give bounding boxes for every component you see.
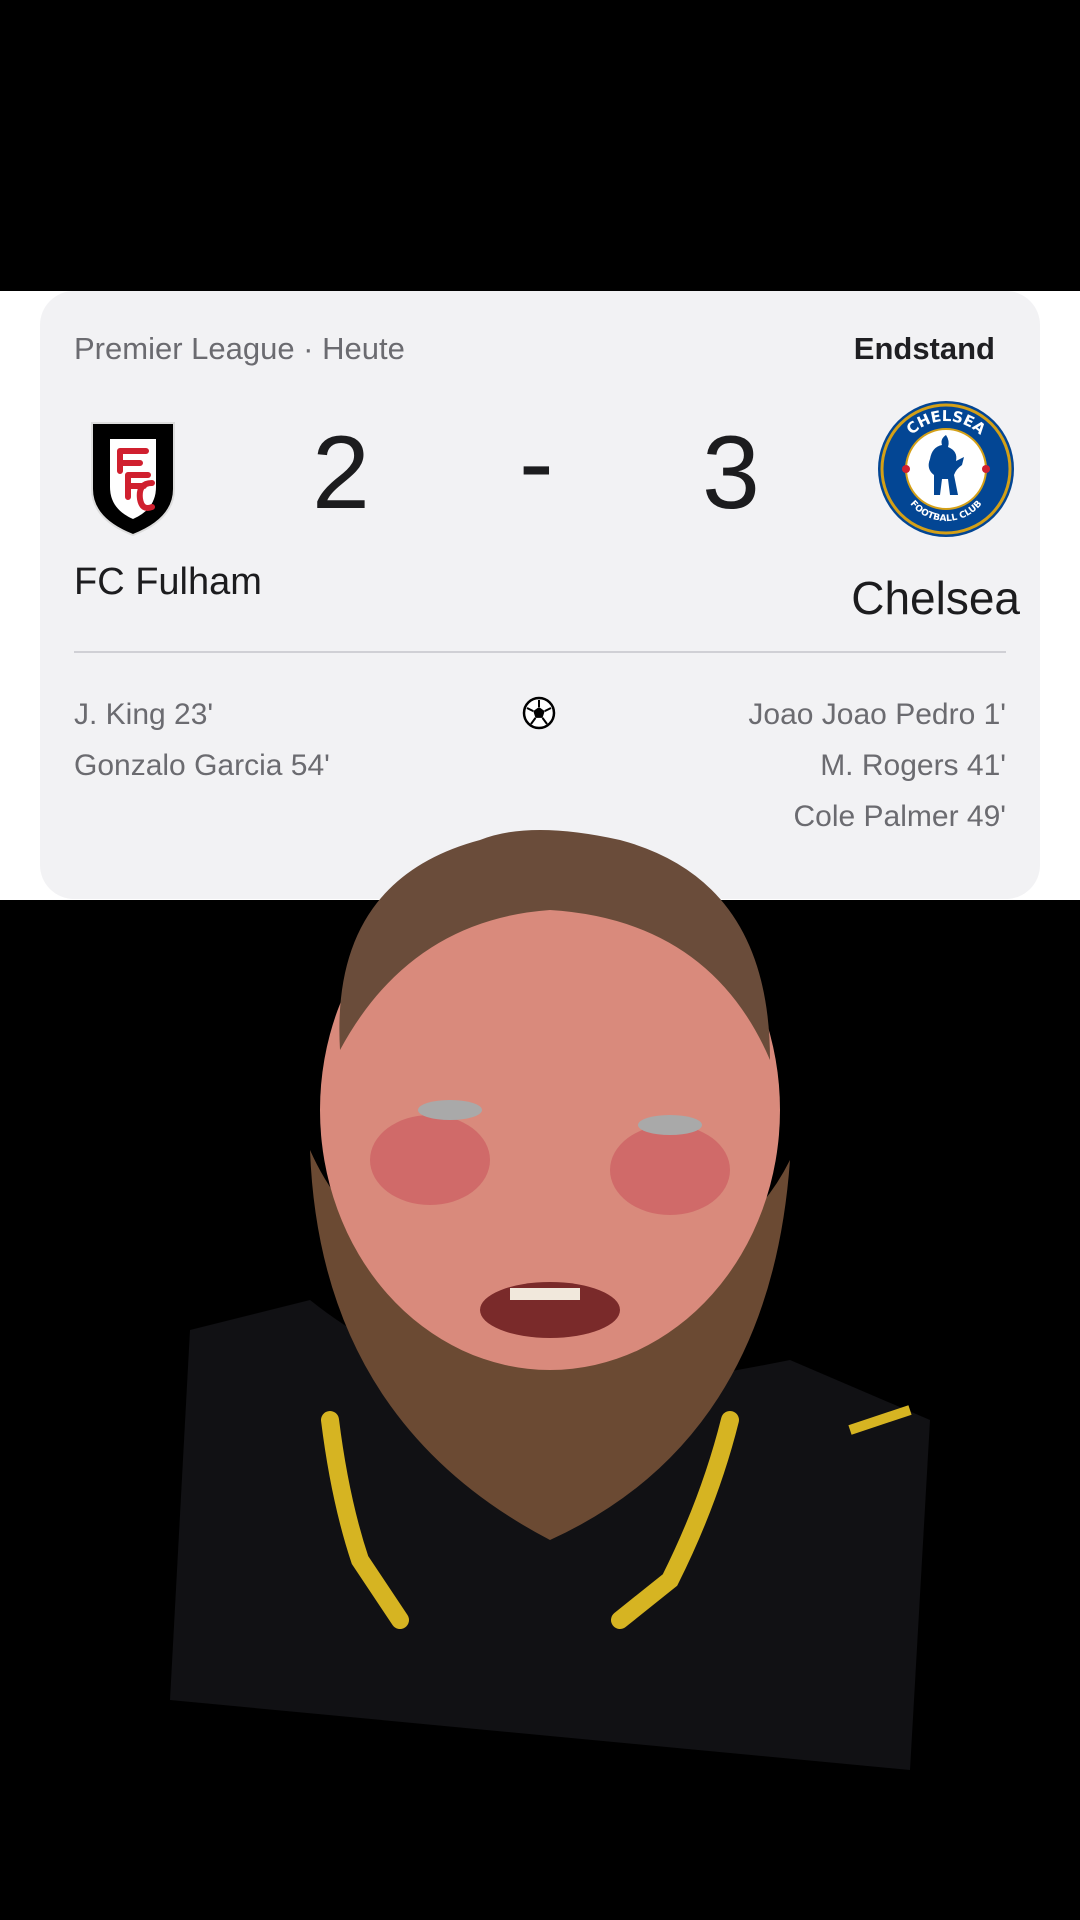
competition-date: Premier League · Heute	[74, 331, 405, 366]
score-separator: -	[519, 405, 554, 521]
home-scorers-list: J. King 23' Gonzalo Garcia 54'	[74, 689, 330, 791]
home-scorer-item: Gonzalo Garcia 54'	[74, 749, 330, 782]
away-score: 3	[702, 415, 760, 531]
away-team-name: Chelsea	[851, 572, 1020, 624]
match-score-card[interactable]: Premier League · Heute Endstand 2 - 3 CH…	[40, 291, 1040, 899]
home-scorer-item: J. King 23'	[74, 698, 214, 731]
away-scorer-item: M. Rogers 41'	[820, 749, 1006, 782]
home-team-name: FC Fulham	[74, 561, 262, 603]
home-score: 2	[312, 415, 370, 531]
soccer-ball-icon	[522, 696, 556, 730]
streamer-webcam-figure	[170, 830, 930, 1770]
away-scorer-item: Joao Joao Pedro 1'	[748, 698, 1006, 731]
fulham-crest-icon	[91, 422, 175, 537]
match-status: Endstand	[853, 331, 995, 366]
card-divider	[74, 651, 1006, 653]
chelsea-crest-icon: CHELSEA FOOTBALL CLUB	[878, 401, 1014, 537]
